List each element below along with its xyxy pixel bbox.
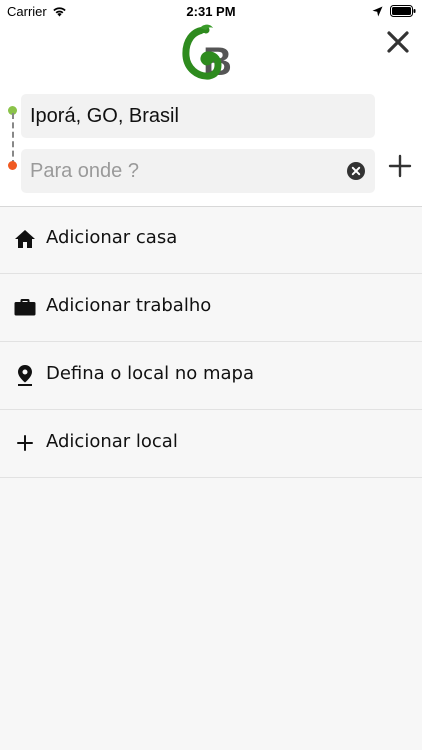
location-arrow-icon (372, 5, 383, 20)
list-item-label: Adicionar local (46, 431, 178, 452)
battery-icon (390, 5, 416, 20)
places-list: Adicionar casa Adicionar trabalho Defina… (0, 206, 422, 478)
origin-field-value: Iporá, GO, Brasil (30, 104, 179, 127)
list-item-label: Defina o local no mapa (46, 363, 254, 384)
list-item-label: Adicionar trabalho (46, 295, 212, 316)
add-stop-button[interactable] (388, 154, 412, 178)
briefcase-icon (14, 296, 36, 318)
destination-field[interactable] (21, 149, 375, 193)
route-connector (12, 113, 15, 166)
plus-icon (14, 432, 36, 454)
plus-icon (388, 154, 412, 178)
destination-dot-icon (8, 161, 17, 170)
screen: Carrier 2:31 PM B Iporá, GO, Brasil Para… (0, 0, 422, 750)
clear-destination-button[interactable] (347, 162, 365, 180)
destination-input[interactable] (30, 159, 330, 183)
app-logo: B (182, 24, 240, 84)
list-item-add-work[interactable]: Adicionar trabalho (0, 274, 422, 342)
status-time: 2:31 PM (186, 4, 236, 19)
list-item-add-place[interactable]: Adicionar local (0, 410, 422, 478)
map-pin-icon (14, 364, 36, 386)
origin-field[interactable]: Iporá, GO, Brasil (21, 94, 375, 138)
close-icon (387, 31, 409, 53)
status-bar: Carrier 2:31 PM (0, 0, 422, 24)
list-item-set-on-map[interactable]: Defina o local no mapa (0, 342, 422, 410)
close-button[interactable] (384, 28, 412, 56)
route-header: B Iporá, GO, Brasil (0, 24, 422, 207)
list-item-label: Adicionar casa (46, 227, 178, 248)
clear-icon (347, 162, 365, 180)
list-item-add-home[interactable]: Adicionar casa (0, 206, 422, 274)
home-icon (14, 228, 36, 250)
